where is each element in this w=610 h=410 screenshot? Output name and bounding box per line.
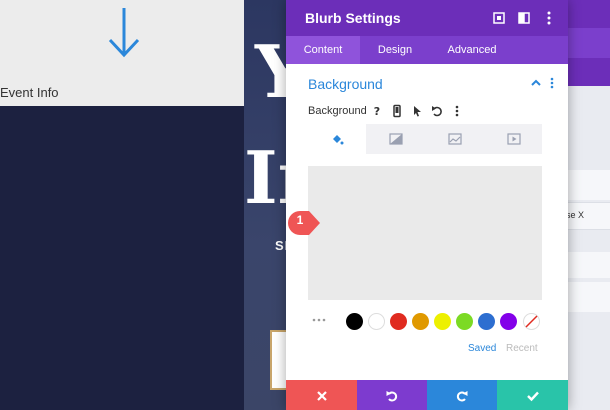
right-panel-tabs xyxy=(566,28,610,58)
modal-tabs: Content Design Advanced xyxy=(286,36,568,64)
swatch-blue[interactable] xyxy=(478,313,495,330)
image-icon[interactable] xyxy=(426,124,484,154)
more-vertical-icon[interactable] xyxy=(450,104,464,118)
swatch-black[interactable] xyxy=(346,313,363,330)
redo-icon xyxy=(456,391,468,402)
recent-swatches-tab[interactable]: Recent xyxy=(506,343,538,354)
right-panel-body xyxy=(566,86,610,410)
more-vertical-icon[interactable] xyxy=(548,76,556,93)
check-icon xyxy=(526,391,539,402)
tab-design[interactable]: Design xyxy=(364,36,426,64)
undo-button[interactable] xyxy=(357,380,427,410)
section-title[interactable]: Background xyxy=(308,76,383,92)
help-icon[interactable]: ? xyxy=(370,104,384,118)
modal-title: Blurb Settings xyxy=(305,10,401,26)
swatch-purple[interactable] xyxy=(500,313,517,330)
close-button[interactable] xyxy=(286,380,357,410)
background-field-label: Background xyxy=(308,105,367,117)
left-panel-dark xyxy=(0,106,244,410)
swatch-orange[interactable] xyxy=(412,313,429,330)
swatch-green[interactable] xyxy=(456,313,473,330)
undo-icon[interactable] xyxy=(430,104,444,118)
tab-advanced[interactable]: Advanced xyxy=(434,36,510,64)
right-panel-row[interactable] xyxy=(566,252,610,278)
background-type-tabs xyxy=(308,124,542,154)
saved-swatches-tab[interactable]: Saved xyxy=(468,343,496,354)
close-icon xyxy=(316,391,327,402)
swatch-yellow[interactable] xyxy=(434,313,451,330)
swatch-red[interactable] xyxy=(390,313,407,330)
right-panel-row[interactable] xyxy=(566,282,610,312)
save-button[interactable] xyxy=(497,380,568,410)
mobile-icon[interactable] xyxy=(390,104,404,118)
tab-content[interactable]: Content xyxy=(286,36,360,64)
color-fill-icon[interactable] xyxy=(308,124,366,154)
cursor-icon[interactable] xyxy=(410,104,424,118)
chevron-up-icon[interactable] xyxy=(530,76,542,93)
arrow-down-icon xyxy=(108,8,140,58)
more-swatches-icon[interactable] xyxy=(312,313,326,330)
event-info-label: Event Info xyxy=(0,85,59,100)
right-panel-row[interactable] xyxy=(566,170,610,200)
swatch-white[interactable] xyxy=(368,313,385,330)
background-color-preview[interactable] xyxy=(308,166,542,300)
svg-text:?: ? xyxy=(374,105,380,118)
modal-header[interactable]: Blurb Settings xyxy=(286,0,568,36)
right-panel-row-text: se X xyxy=(566,210,585,220)
video-icon[interactable] xyxy=(485,124,543,154)
undo-icon xyxy=(386,391,398,402)
no-color-icon xyxy=(525,315,538,328)
more-icon[interactable] xyxy=(540,9,558,27)
gradient-icon[interactable] xyxy=(367,124,425,154)
blurb-settings-modal: Blurb Settings Content Design Advanced B… xyxy=(286,0,568,410)
annotation-number: 1 xyxy=(296,213,304,227)
fullscreen-icon[interactable] xyxy=(490,9,508,27)
split-view-icon[interactable] xyxy=(515,9,533,27)
redo-button[interactable] xyxy=(427,380,497,410)
